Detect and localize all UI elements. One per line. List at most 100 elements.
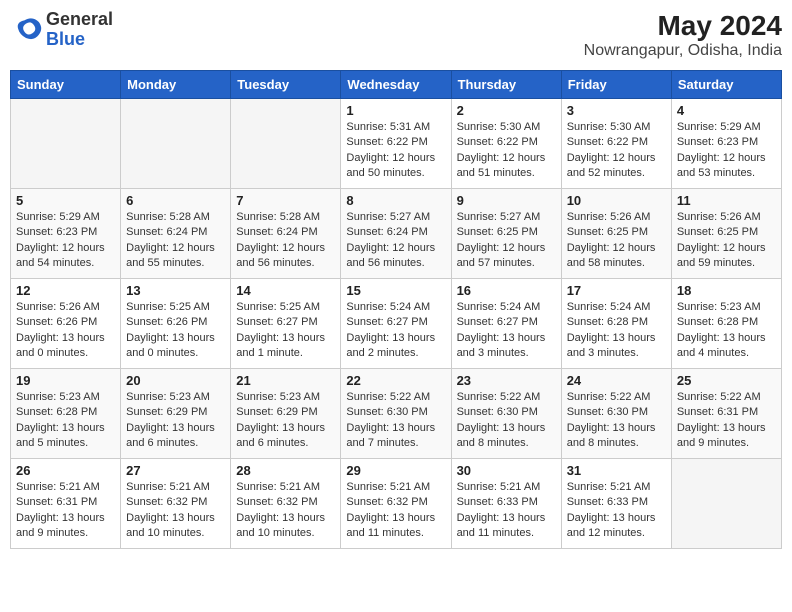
- day-number: 14: [236, 283, 335, 298]
- calendar-day-25: 25Sunrise: 5:22 AMSunset: 6:31 PMDayligh…: [671, 369, 781, 459]
- calendar-day-28: 28 Sunrise: 5:21 AMSunset: 6:32 PMDayligh…: [231, 459, 341, 549]
- location: Nowrangapur, Odisha, India: [584, 42, 782, 60]
- day-number: 3: [567, 103, 666, 118]
- day-number: 1: [346, 103, 445, 118]
- day-number: 20: [126, 373, 225, 388]
- calendar-day-24: 24 Sunrise: 5:22 AMSunset: 6:30 PMDayligh…: [561, 369, 671, 459]
- day-number: 8: [346, 193, 445, 208]
- sun-info: Sunrise: 5:21 AMSunset: 6:33 PMDaylight:…: [567, 480, 666, 542]
- calendar-day-31: 31 Sunrise: 5:21 AMSunset: 6:33 PMDayligh…: [561, 459, 671, 549]
- sun-info: Sunrise: 5:29 AMSunset: 6:23 PMDaylight:…: [16, 210, 115, 272]
- sun-info: Sunrise: 5:24 AMSunset: 6:28 PMDaylight:…: [567, 300, 666, 362]
- day-number: 2: [457, 103, 556, 118]
- calendar-day-13: 13Sunrise: 5:25 AMSunset: 6:26 PMDayligh…: [121, 279, 231, 369]
- sun-info: Sunrise: 5:26 AMSunset: 6:25 PMDaylight:…: [567, 210, 666, 272]
- calendar-week-row: 12 Sunrise: 5:26 AMSunset: 6:26 PMDayligh…: [11, 279, 782, 369]
- calendar-empty: [671, 459, 781, 549]
- sun-info: Sunrise: 5:28 AMSunset: 6:24 PMDaylight:…: [126, 210, 225, 272]
- day-number: 18: [677, 283, 776, 298]
- calendar-day-3: 3 Sunrise: 5:30 AMSunset: 6:22 PMDaylight…: [561, 99, 671, 189]
- calendar-empty: [121, 99, 231, 189]
- calendar-day-26: 26 Sunrise: 5:21 AMSunset: 6:31 PMDayligh…: [11, 459, 121, 549]
- calendar-day-15: 15 Sunrise: 5:24 AMSunset: 6:27 PMDayligh…: [341, 279, 451, 369]
- sun-info: Sunrise: 5:23 AMSunset: 6:29 PMDaylight:…: [236, 390, 335, 452]
- sun-info: Sunrise: 5:22 AMSunset: 6:30 PMDaylight:…: [567, 390, 666, 452]
- day-number: 9: [457, 193, 556, 208]
- day-number: 23: [457, 373, 556, 388]
- logo: General Blue: [10, 10, 113, 50]
- calendar-day-12: 12 Sunrise: 5:26 AMSunset: 6:26 PMDayligh…: [11, 279, 121, 369]
- day-number: 5: [16, 193, 115, 208]
- day-number: 13: [126, 283, 225, 298]
- calendar-day-9: 9Sunrise: 5:27 AMSunset: 6:25 PMDaylight…: [451, 189, 561, 279]
- calendar-header-thursday: Thursday: [451, 71, 561, 99]
- day-number: 19: [16, 373, 115, 388]
- calendar-day-10: 10 Sunrise: 5:26 AMSunset: 6:25 PMDayligh…: [561, 189, 671, 279]
- calendar-day-6: 6 Sunrise: 5:28 AMSunset: 6:24 PMDaylight…: [121, 189, 231, 279]
- calendar-day-19: 19 Sunrise: 5:23 AMSunset: 6:28 PMDayligh…: [11, 369, 121, 459]
- day-number: 15: [346, 283, 445, 298]
- sun-info: Sunrise: 5:30 AMSunset: 6:22 PMDaylight:…: [567, 120, 666, 182]
- title-block: May 2024 Nowrangapur, Odisha, India: [584, 10, 782, 60]
- day-number: 10: [567, 193, 666, 208]
- calendar-week-row: 19 Sunrise: 5:23 AMSunset: 6:28 PMDayligh…: [11, 369, 782, 459]
- day-number: 6: [126, 193, 225, 208]
- sun-info: Sunrise: 5:31 AMSunset: 6:22 PMDaylight:…: [346, 120, 445, 182]
- calendar-empty: [231, 99, 341, 189]
- day-number: 4: [677, 103, 776, 118]
- calendar-day-23: 23 Sunrise: 5:22 AMSunset: 6:30 PMDayligh…: [451, 369, 561, 459]
- calendar-week-row: 26 Sunrise: 5:21 AMSunset: 6:31 PMDayligh…: [11, 459, 782, 549]
- calendar-day-21: 21 Sunrise: 5:23 AMSunset: 6:29 PMDayligh…: [231, 369, 341, 459]
- calendar-empty: [11, 99, 121, 189]
- calendar-header-row: SundayMondayTuesdayWednesdayThursdayFrid…: [11, 71, 782, 99]
- sun-info: Sunrise: 5:25 AMSunset: 6:27 PMDaylight:…: [236, 300, 335, 362]
- day-number: 12: [16, 283, 115, 298]
- calendar-day-1: 1 Sunrise: 5:31 AMSunset: 6:22 PMDaylight…: [341, 99, 451, 189]
- calendar-day-4: 4 Sunrise: 5:29 AMSunset: 6:23 PMDaylight…: [671, 99, 781, 189]
- sun-info: Sunrise: 5:26 AMSunset: 6:26 PMDaylight:…: [16, 300, 115, 362]
- sun-info: Sunrise: 5:23 AMSunset: 6:28 PMDaylight:…: [677, 300, 776, 362]
- day-number: 21: [236, 373, 335, 388]
- day-number: 25: [677, 373, 776, 388]
- calendar-day-16: 16Sunrise: 5:24 AMSunset: 6:27 PMDayligh…: [451, 279, 561, 369]
- sun-info: Sunrise: 5:22 AMSunset: 6:30 PMDaylight:…: [457, 390, 556, 452]
- day-number: 17: [567, 283, 666, 298]
- day-number: 26: [16, 463, 115, 478]
- calendar-header-friday: Friday: [561, 71, 671, 99]
- month-year: May 2024: [584, 10, 782, 42]
- sun-info: Sunrise: 5:21 AMSunset: 6:32 PMDaylight:…: [236, 480, 335, 542]
- day-number: 28: [236, 463, 335, 478]
- sun-info: Sunrise: 5:22 AMSunset: 6:30 PMDaylight:…: [346, 390, 445, 452]
- calendar-day-29: 29 Sunrise: 5:21 AMSunset: 6:32 PMDayligh…: [341, 459, 451, 549]
- day-number: 22: [346, 373, 445, 388]
- sun-info: Sunrise: 5:23 AMSunset: 6:29 PMDaylight:…: [126, 390, 225, 452]
- calendar-day-11: 11Sunrise: 5:26 AMSunset: 6:25 PMDayligh…: [671, 189, 781, 279]
- calendar-day-2: 2 Sunrise: 5:30 AMSunset: 6:22 PMDaylight…: [451, 99, 561, 189]
- sun-info: Sunrise: 5:21 AMSunset: 6:32 PMDaylight:…: [346, 480, 445, 542]
- calendar-day-17: 17 Sunrise: 5:24 AMSunset: 6:28 PMDayligh…: [561, 279, 671, 369]
- page-header: General Blue May 2024 Nowrangapur, Odish…: [10, 10, 782, 60]
- day-number: 29: [346, 463, 445, 478]
- calendar-header-saturday: Saturday: [671, 71, 781, 99]
- sun-info: Sunrise: 5:29 AMSunset: 6:23 PMDaylight:…: [677, 120, 776, 182]
- sun-info: Sunrise: 5:21 AMSunset: 6:32 PMDaylight:…: [126, 480, 225, 542]
- sun-info: Sunrise: 5:24 AMSunset: 6:27 PMDaylight:…: [346, 300, 445, 362]
- calendar-day-18: 18 Sunrise: 5:23 AMSunset: 6:28 PMDayligh…: [671, 279, 781, 369]
- day-number: 27: [126, 463, 225, 478]
- sun-info: Sunrise: 5:21 AMSunset: 6:31 PMDaylight:…: [16, 480, 115, 542]
- day-number: 24: [567, 373, 666, 388]
- sun-info: Sunrise: 5:26 AMSunset: 6:25 PMDaylight:…: [677, 210, 776, 272]
- sun-info: Sunrise: 5:24 AMSunset: 6:27 PMDaylight:…: [457, 300, 556, 362]
- sun-info: Sunrise: 5:27 AMSunset: 6:24 PMDaylight:…: [346, 210, 445, 272]
- logo-text: General Blue: [46, 10, 113, 50]
- day-number: 7: [236, 193, 335, 208]
- calendar-day-27: 27 Sunrise: 5:21 AMSunset: 6:32 PMDayligh…: [121, 459, 231, 549]
- calendar-day-22: 22 Sunrise: 5:22 AMSunset: 6:30 PMDayligh…: [341, 369, 451, 459]
- sun-info: Sunrise: 5:23 AMSunset: 6:28 PMDaylight:…: [16, 390, 115, 452]
- sun-info: Sunrise: 5:30 AMSunset: 6:22 PMDaylight:…: [457, 120, 556, 182]
- sun-info: Sunrise: 5:21 AMSunset: 6:33 PMDaylight:…: [457, 480, 556, 542]
- calendar-header-tuesday: Tuesday: [231, 71, 341, 99]
- calendar-week-row: 5 Sunrise: 5:29 AMSunset: 6:23 PMDaylight…: [11, 189, 782, 279]
- calendar-day-5: 5 Sunrise: 5:29 AMSunset: 6:23 PMDaylight…: [11, 189, 121, 279]
- day-number: 31: [567, 463, 666, 478]
